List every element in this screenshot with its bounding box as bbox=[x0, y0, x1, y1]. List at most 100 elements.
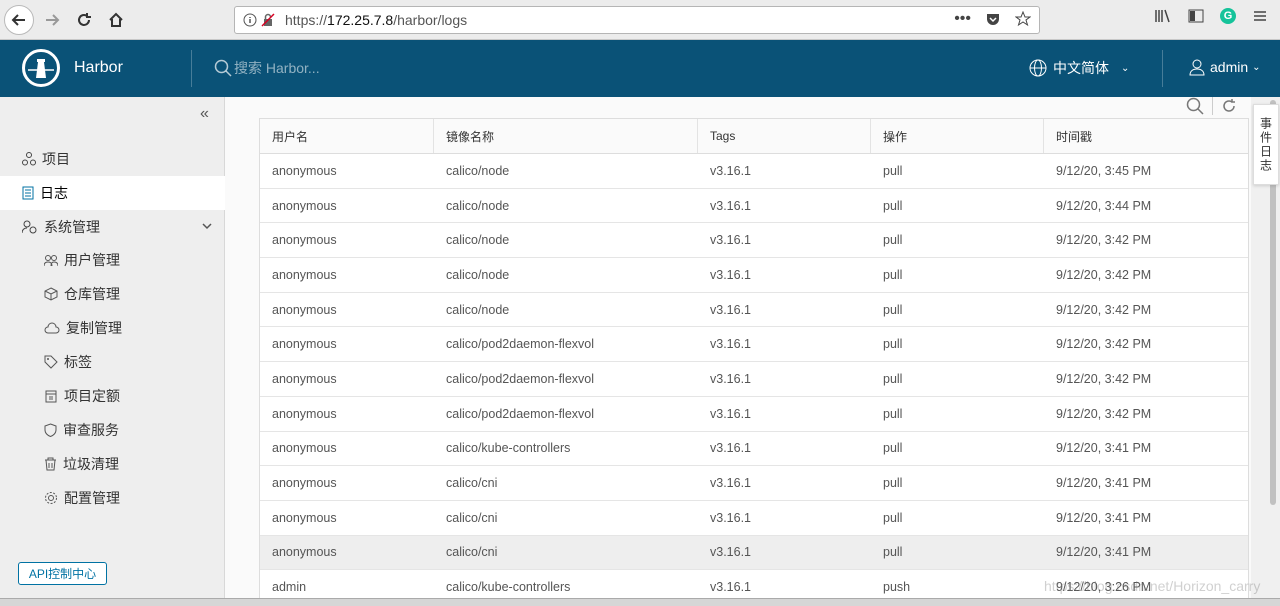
column-header-operation[interactable]: 操作 bbox=[871, 119, 1044, 153]
star-icon[interactable] bbox=[1015, 11, 1031, 27]
collapse-sidebar-icon[interactable]: « bbox=[200, 105, 209, 123]
sidebar-item-project-quotas[interactable]: 项目定额 bbox=[0, 381, 225, 411]
sidebar-item-interrogation-services[interactable]: 审查服务 bbox=[0, 415, 225, 445]
cell-repository: calico/node bbox=[446, 302, 510, 317]
users-icon bbox=[44, 254, 58, 266]
taskbar bbox=[0, 598, 1280, 606]
cell-tag: v3.16.1 bbox=[710, 545, 752, 560]
grammarly-icon[interactable]: G bbox=[1220, 8, 1236, 24]
cube-icon bbox=[44, 287, 58, 301]
cell-timestamp: 9/12/20, 3:42 PM bbox=[1056, 267, 1152, 282]
cell-timestamp: 9/12/20, 3:41 PM bbox=[1056, 441, 1152, 456]
sidebar-item-label: 系统管理 bbox=[44, 219, 100, 235]
cell-operation: pull bbox=[883, 267, 903, 282]
library-icon[interactable] bbox=[1154, 8, 1172, 24]
user-name: admin bbox=[1210, 59, 1249, 75]
refresh-icon[interactable] bbox=[1221, 98, 1237, 114]
cell-tag: v3.16.1 bbox=[710, 302, 752, 317]
cell-username: anonymous bbox=[272, 406, 337, 421]
column-header-username[interactable]: 用户名 bbox=[260, 119, 434, 153]
column-header-timestamp[interactable]: 时间戳 bbox=[1044, 119, 1248, 153]
table-row[interactable]: anonymous calico/pod2daemon-flexvol v3.16.… bbox=[260, 362, 1248, 397]
cell-tag: v3.16.1 bbox=[710, 476, 752, 491]
tag-icon bbox=[44, 355, 58, 369]
sidebar-item-replication-management[interactable]: 复制管理 bbox=[0, 313, 225, 343]
sidebar-item-garbage-collection[interactable]: 垃圾清理 bbox=[0, 449, 225, 479]
cell-repository: calico/pod2daemon-flexvol bbox=[446, 371, 595, 386]
search-icon[interactable] bbox=[1186, 97, 1204, 115]
cell-timestamp: 9/12/20, 3:42 PM bbox=[1056, 371, 1152, 386]
table-row[interactable]: anonymous calico/node v3.16.1 pull 9/12/20, … bbox=[260, 223, 1248, 259]
chevron-down-icon[interactable] bbox=[201, 220, 213, 232]
sidebar: « 项目 日志 系统管理 用户管理 仓库管理 复制管理 标签 项目定额 审查服务… bbox=[0, 97, 225, 606]
table-row[interactable]: anonymous calico/cni v3.16.1 pull 9/12/20, 3… bbox=[260, 501, 1248, 536]
cell-username: anonymous bbox=[272, 371, 337, 386]
cloud-sync-icon bbox=[44, 322, 60, 333]
cell-username: anonymous bbox=[272, 337, 337, 352]
app-header: Harbor 搜索 Harbor... 中文简体 ⌄ admin ⌄ bbox=[0, 40, 1280, 97]
search-input[interactable]: 搜索 Harbor... bbox=[234, 58, 320, 78]
info-icon bbox=[243, 13, 257, 27]
sidebar-item-registry-management[interactable]: 仓库管理 bbox=[0, 279, 225, 309]
menu-icon[interactable] bbox=[1252, 8, 1268, 24]
url-text: https://172.25.7.8/harbor/logs bbox=[285, 12, 468, 28]
cell-operation: pull bbox=[883, 302, 903, 317]
table-row[interactable]: anonymous calico/cni v3.16.1 pull 9/12/20, 3… bbox=[260, 535, 1248, 571]
cell-tag: v3.16.1 bbox=[710, 371, 752, 386]
cell-repository: calico/pod2daemon-flexvol bbox=[446, 406, 595, 421]
global-search[interactable]: 搜索 Harbor... bbox=[214, 58, 320, 78]
table-header: 用户名 镜像名称 Tags 操作 时间戳 bbox=[260, 119, 1248, 154]
cell-tag: v3.16.1 bbox=[710, 510, 752, 525]
harbor-logo[interactable] bbox=[22, 49, 60, 87]
sidebar-item-logs[interactable]: 日志 bbox=[0, 176, 225, 210]
ellipsis-icon[interactable]: ••• bbox=[954, 11, 971, 27]
table-row[interactable]: anonymous calico/cni v3.16.1 pull 9/12/20, 3… bbox=[260, 466, 1248, 501]
cell-operation: pull bbox=[883, 441, 903, 456]
language-selector[interactable]: 中文简体 ⌄ bbox=[1029, 58, 1129, 78]
lighthouse-icon bbox=[28, 59, 54, 78]
brand-name[interactable]: Harbor bbox=[74, 59, 123, 77]
cell-operation: pull bbox=[883, 233, 903, 248]
cell-tag: v3.16.1 bbox=[710, 406, 752, 421]
sidebar-item-user-management[interactable]: 用户管理 bbox=[0, 245, 225, 275]
back-button[interactable] bbox=[4, 4, 34, 35]
arrow-right-icon bbox=[46, 13, 60, 26]
pocket-icon[interactable] bbox=[985, 11, 1001, 27]
table-row[interactable]: anonymous calico/node v3.16.1 pull 9/12/20, … bbox=[260, 154, 1248, 189]
reload-button[interactable] bbox=[70, 6, 98, 34]
cell-timestamp: 9/12/20, 3:45 PM bbox=[1056, 163, 1152, 178]
cell-username: anonymous bbox=[272, 476, 337, 491]
table-row[interactable]: anonymous calico/kube-controllers v3.16.1 p… bbox=[260, 432, 1248, 467]
chevron-down-icon: ⌄ bbox=[1252, 61, 1261, 73]
table-row[interactable]: anonymous calico/pod2daemon-flexvol v3.16.… bbox=[260, 327, 1248, 363]
sidebar-item-label: 项目定额 bbox=[64, 388, 120, 404]
home-button[interactable] bbox=[102, 6, 130, 34]
forward-button[interactable] bbox=[38, 6, 66, 34]
sidebar-item-configuration[interactable]: 配置管理 bbox=[0, 483, 225, 513]
search-icon bbox=[214, 59, 232, 77]
api-center-button[interactable]: API控制中心 bbox=[18, 562, 107, 585]
cell-operation: pull bbox=[883, 371, 903, 386]
sidebar-item-labels[interactable]: 标签 bbox=[0, 347, 225, 377]
cell-repository: calico/kube-controllers bbox=[446, 441, 571, 456]
table-row[interactable]: anonymous calico/node v3.16.1 pull 9/12/20, … bbox=[260, 189, 1248, 224]
sidebar-toggle-icon[interactable] bbox=[1188, 8, 1204, 24]
sidebar-item-label: 审查服务 bbox=[63, 422, 119, 438]
sidebar-item-projects[interactable]: 项目 bbox=[0, 142, 225, 176]
table-row[interactable]: anonymous calico/node v3.16.1 pull 9/12/20, … bbox=[260, 258, 1248, 293]
cell-tag: v3.16.1 bbox=[710, 337, 752, 352]
column-header-repository[interactable]: 镜像名称 bbox=[434, 119, 698, 153]
user-menu[interactable]: admin ⌄ bbox=[1188, 58, 1261, 76]
sidebar-item-system-admin[interactable]: 系统管理 bbox=[0, 210, 225, 244]
event-log-tab[interactable]: 事件日志 bbox=[1253, 104, 1279, 185]
logs-table: 用户名 镜像名称 Tags 操作 时间戳 anonymous calico/nod… bbox=[259, 118, 1249, 606]
address-bar[interactable]: https://172.25.7.8/harbor/logs ••• bbox=[234, 6, 1040, 34]
sidebar-item-label: 用户管理 bbox=[64, 252, 120, 268]
toolbar-divider bbox=[1212, 97, 1213, 115]
shield-icon bbox=[44, 423, 57, 437]
user-icon bbox=[1189, 59, 1205, 76]
column-header-tags[interactable]: Tags bbox=[698, 119, 871, 153]
table-row[interactable]: anonymous calico/node v3.16.1 pull 9/12/20, … bbox=[260, 293, 1248, 328]
sidebar-item-label: 日志 bbox=[40, 185, 68, 201]
table-row[interactable]: anonymous calico/pod2daemon-flexvol v3.16.… bbox=[260, 397, 1248, 432]
